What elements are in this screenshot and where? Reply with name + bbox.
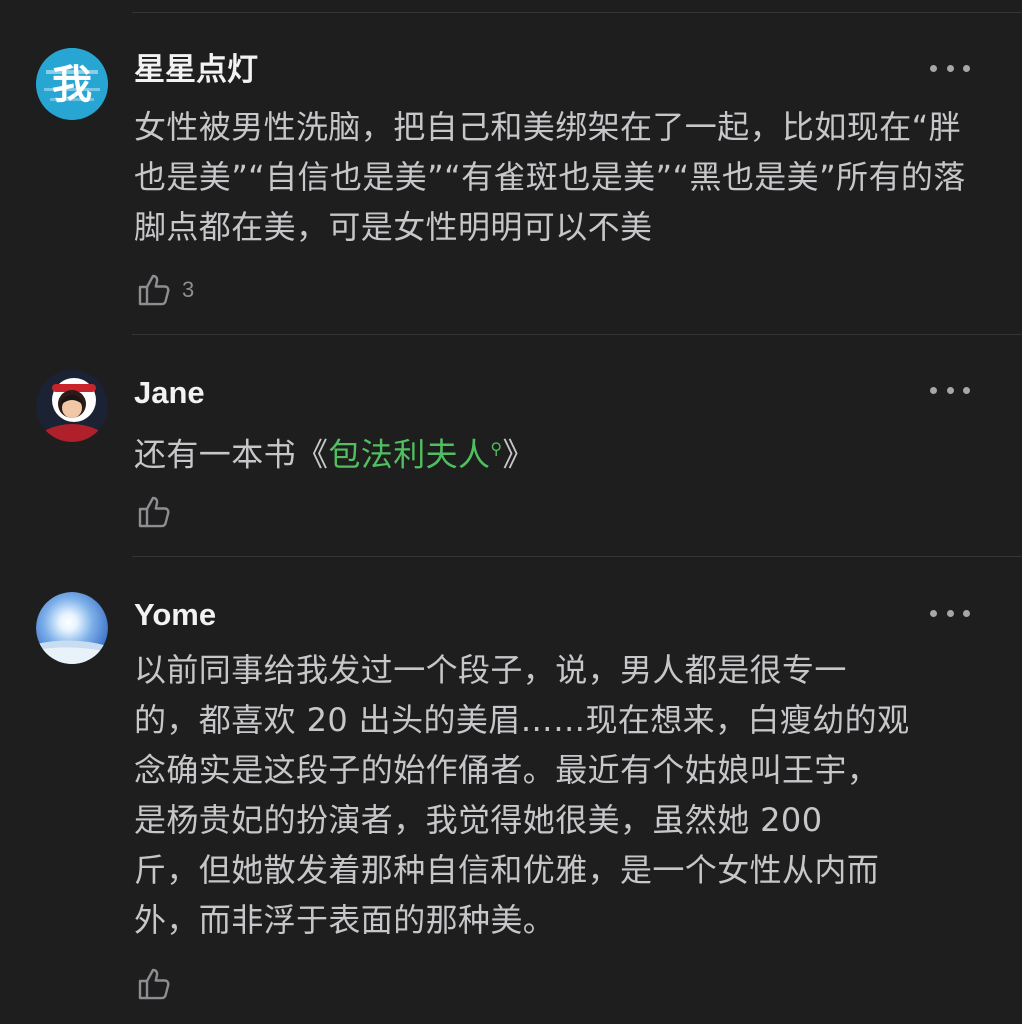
divider [132,334,1022,335]
like-button[interactable] [136,964,182,1004]
avatar-image: 我 [36,48,108,120]
comment-text-suffix: 》 [502,435,535,474]
search-icon[interactable]: ⚲ [490,439,502,458]
divider [132,556,1022,557]
like-count: 3 [182,277,195,302]
username[interactable]: Yome [134,595,216,635]
comment-text-line: 斤，但她散发着那种自信和优雅，是一个女性从内而 [134,851,880,889]
avatar-image [36,370,108,442]
comment-text-line: 外，而非浮于表面的那种美。 [134,901,556,939]
thumbs-up-icon [138,968,170,1000]
comment-text-prefix: 还有一本书《 [134,435,329,474]
like-button[interactable]: 3 [136,270,194,310]
avatar-glyph: 我 [52,62,92,108]
username[interactable]: 星星点灯 [134,50,258,90]
avatar-image [36,592,108,664]
thumbs-up-icon [138,274,170,306]
more-dots-icon[interactable] [930,384,970,396]
comment-text-line: 以前同事给我发过一个段子，说，男人都是很专一 [134,651,847,689]
comment-text-line: 念确实是这段子的始作俑者。最近有个姑娘叫王宇， [134,751,880,789]
more-dots-icon[interactable] [930,62,970,74]
comment-text: 还有一本书《包法利夫人⚲》 [134,424,980,480]
more-dots-icon[interactable] [930,607,970,619]
username[interactable]: Jane [134,373,205,413]
like-button[interactable] [136,492,182,532]
comment-text: 女性被男性洗脑，把自己和美绑架在了一起，比如现在“胖也是美”“自信也是美”“有雀… [134,108,966,246]
book-link[interactable]: 包法利夫人 [328,436,490,474]
comment-text-line: 是杨贵妃的扮演者，我觉得她很美，虽然她 200 [134,801,823,839]
thumbs-up-icon [138,496,170,528]
comment-text-line: 的，都喜欢 20 出头的美眉……现在想来，白瘦幼的观 [134,701,910,739]
avatar[interactable] [36,592,108,664]
comment-text: 以前同事给我发过一个段子，说，男人都是很专一 的，都喜欢 20 出头的美眉……现… [134,645,980,945]
avatar[interactable]: 我 [36,48,108,120]
divider [132,12,1022,13]
avatar[interactable] [36,370,108,442]
